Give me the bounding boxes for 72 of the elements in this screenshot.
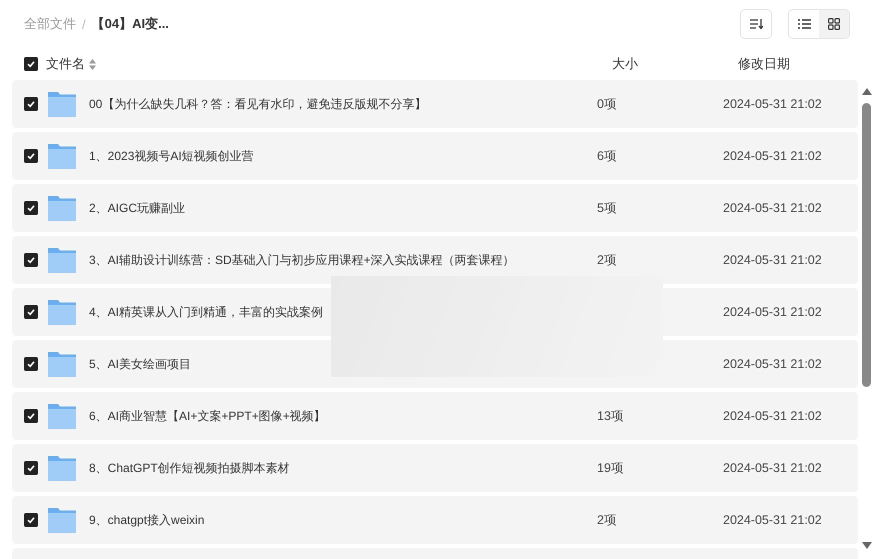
check-icon [26, 411, 36, 421]
item-count: 2项 [597, 252, 618, 268]
file-name[interactable]: 00【为什么缺失几科？答：看见有水印，避免违反版规不分享】 [89, 96, 597, 112]
item-count: 5项 [597, 200, 618, 216]
grid-view-icon [828, 18, 840, 30]
item-count: 6项 [597, 148, 618, 164]
check-icon [26, 99, 36, 109]
modified-date: 2024-05-31 21:02 [723, 97, 822, 111]
check-icon [26, 463, 36, 473]
checkbox[interactable] [24, 149, 38, 163]
check-icon [26, 515, 36, 525]
breadcrumb-separator: / [82, 16, 86, 32]
scroll-up-icon[interactable] [862, 88, 872, 95]
file-row[interactable]: 2、AIGC玩赚副业 5项 2024-05-31 21:02 [12, 184, 858, 232]
file-row[interactable]: 3、AI辅助设计训练营：SD基础入门与初步应用课程+深入实战课程（两套课程） 2项 2024-05-31 21:02 [12, 236, 858, 284]
list-view-icon [798, 19, 810, 29]
sort-button[interactable] [740, 9, 772, 39]
checkbox[interactable] [24, 201, 38, 215]
check-icon [26, 59, 36, 69]
check-icon [26, 307, 36, 317]
sort-arrows-icon[interactable] [89, 58, 96, 70]
folder-icon [47, 194, 77, 222]
modified-date: 2024-05-31 21:02 [723, 461, 822, 475]
item-count: 0项 [597, 96, 618, 112]
checkbox[interactable] [24, 253, 38, 267]
folder-icon [47, 454, 77, 482]
modified-date: 2024-05-31 21:02 [723, 253, 822, 267]
folder-icon [47, 298, 77, 326]
file-name[interactable]: 9、chatgpt接入weixin [89, 512, 597, 528]
check-icon [26, 203, 36, 213]
checkbox[interactable] [24, 97, 38, 111]
check-icon [26, 255, 36, 265]
file-name[interactable]: 6、AI商业智慧【AI+文案+PPT+图像+视频】 [89, 408, 597, 424]
modified-date: 2024-05-31 21:02 [723, 201, 822, 215]
column-header[interactable]: 大小 [612, 56, 638, 71]
file-name[interactable]: 2、AIGC玩赚副业 [89, 200, 597, 216]
checkbox[interactable] [24, 461, 38, 475]
checkbox[interactable] [24, 57, 38, 71]
folder-icon [47, 142, 77, 170]
modified-date: 2024-05-31 21:02 [723, 513, 822, 527]
file-row[interactable]: 9、chatgpt接入weixin 2项 2024-05-31 21:02 [12, 496, 858, 544]
column-header[interactable]: 修改日期 [738, 55, 790, 73]
checkbox[interactable] [24, 513, 38, 527]
modified-date: 2024-05-31 21:02 [723, 149, 822, 163]
checkbox[interactable] [24, 357, 38, 371]
breadcrumb-current: 【04】AI变... [92, 15, 169, 33]
checkbox[interactable] [24, 305, 38, 319]
folder-icon [47, 350, 77, 378]
folder-icon [47, 90, 77, 118]
scroll-down-icon[interactable] [862, 542, 872, 549]
file-name[interactable]: 3、AI辅助设计训练营：SD基础入门与初步应用课程+深入实战课程（两套课程） [89, 252, 597, 268]
file-row[interactable]: 00【为什么缺失几科？答：看见有水印，避免违反版规不分享】 0项 2024-05-31 21:02 [12, 80, 858, 128]
item-count: 2项 [597, 512, 618, 528]
view-mode-toggle[interactable] [789, 10, 819, 38]
file-row[interactable]: 6、AI商业智慧【AI+文案+PPT+图像+视频】 13项 2024-05-31 21:02 [12, 392, 858, 440]
file-name[interactable]: 8、ChatGPT创作短视频拍摄脚本素材 [89, 460, 597, 476]
modified-date: 2024-05-31 21:02 [723, 409, 822, 423]
file-row[interactable]: 8、ChatGPT创作短视频拍摄脚本素材 19项 2024-05-31 21:02 [12, 444, 858, 492]
folder-icon [47, 402, 77, 430]
check-icon [26, 151, 36, 161]
sort-icon [749, 18, 763, 30]
file-name[interactable]: 1、2023视频号AI短视频创业营 [89, 148, 597, 164]
folder-icon [47, 246, 77, 274]
folder-icon [47, 506, 77, 534]
file-row[interactable]: 1、2023视频号AI短视频创业营 6项 2024-05-31 21:02 [12, 132, 858, 180]
check-icon [26, 359, 36, 369]
checkbox[interactable] [24, 409, 38, 423]
item-count: 13项 [597, 408, 625, 424]
modified-date: 2024-05-31 21:02 [723, 305, 822, 319]
item-count: 19项 [597, 460, 625, 476]
modified-date: 2024-05-31 21:02 [723, 357, 822, 371]
column-header[interactable]: 文件名 [46, 55, 85, 73]
